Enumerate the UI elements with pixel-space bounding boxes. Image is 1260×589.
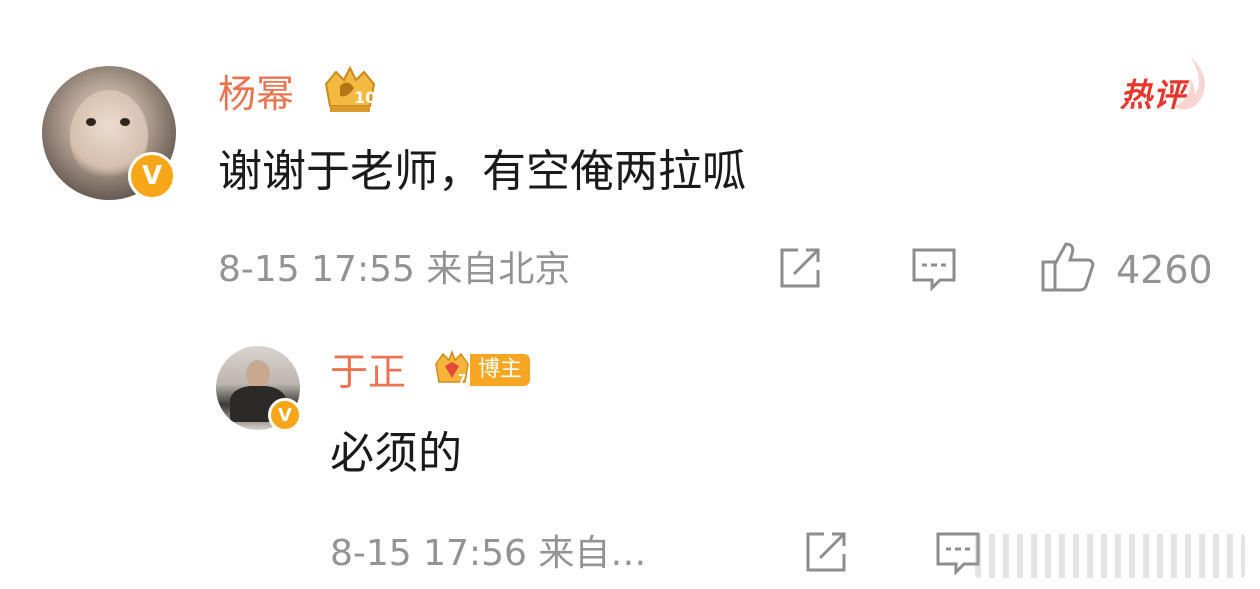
like-icon[interactable] (1040, 240, 1096, 294)
badge-level: 7 (458, 372, 467, 386)
share-icon[interactable] (802, 528, 850, 576)
crown-badge-icon[interactable]: 10 (320, 66, 380, 116)
verified-v-icon: V (128, 152, 176, 200)
comment-icon[interactable] (910, 246, 958, 294)
reply-meta: 8-15 17:56 来自… (330, 533, 647, 574)
share-icon[interactable] (776, 244, 824, 292)
verified-v-icon: V (268, 398, 302, 432)
comment-meta: 8-15 17:55 来自北京 (218, 249, 571, 290)
comment-username[interactable]: 杨幂 (218, 72, 294, 116)
flame-icon (1160, 54, 1212, 114)
comment-text: 谢谢于老师，有空俺两拉呱 (218, 146, 746, 197)
blogger-badge: 博主 (470, 354, 531, 386)
crown-badge-icon[interactable]: 7 (432, 350, 472, 390)
badge-level: 10 (354, 88, 377, 107)
like-count: 4260 (1116, 248, 1213, 292)
reply-text: 必须的 (330, 428, 462, 479)
watermark (975, 534, 1245, 578)
reply-username[interactable]: 于正 (330, 350, 406, 394)
